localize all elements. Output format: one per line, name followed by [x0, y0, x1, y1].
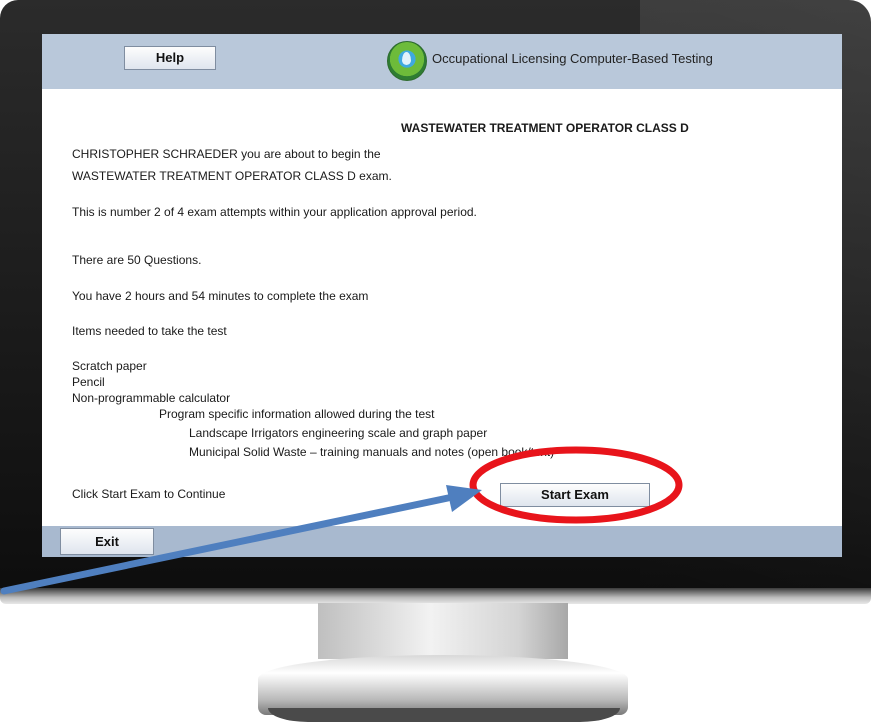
- program-info-heading: Program specific information allowed dur…: [159, 407, 435, 421]
- exam-title: WASTEWATER TREATMENT OPERATOR CLASS D: [401, 121, 689, 135]
- exam-screen: Help Occupational Licensing Computer-Bas…: [42, 34, 842, 557]
- attempt-info: This is number 2 of 4 exam attempts with…: [72, 205, 477, 219]
- program-info-landscape: Landscape Irrigators engineering scale a…: [189, 426, 488, 440]
- continue-instruction: Click Start Exam to Continue: [72, 487, 226, 501]
- monitor-stand-base: [258, 655, 628, 715]
- item-pencil: Pencil: [72, 375, 105, 389]
- monitor-stand-neck: [318, 603, 568, 659]
- start-exam-button[interactable]: Start Exam: [500, 483, 650, 507]
- monitor-bottom-edge: [0, 588, 871, 604]
- computer-monitor: Help Occupational Licensing Computer-Bas…: [0, 0, 871, 728]
- app-title: Occupational Licensing Computer-Based Te…: [432, 51, 713, 66]
- program-info-solid-waste: Municipal Solid Waste – training manuals…: [189, 445, 555, 459]
- footer-bar: [42, 526, 842, 557]
- item-scratch-paper: Scratch paper: [72, 359, 147, 373]
- item-calculator: Non-programmable calculator: [72, 391, 231, 405]
- intro-line-2: WASTEWATER TREATMENT OPERATOR CLASS D ex…: [72, 169, 392, 183]
- agency-seal-icon: [387, 41, 427, 81]
- questions-count: There are 50 Questions.: [72, 253, 202, 267]
- intro-line-1: CHRISTOPHER SCHRAEDER you are about to b…: [72, 147, 381, 161]
- help-button[interactable]: Help: [124, 46, 216, 70]
- water-drop-icon: [402, 52, 411, 65]
- time-allowed: You have 2 hours and 54 minutes to compl…: [72, 289, 369, 303]
- header-bar: Help Occupational Licensing Computer-Bas…: [42, 34, 842, 89]
- exit-button[interactable]: Exit: [60, 528, 154, 555]
- items-heading: Items needed to take the test: [72, 324, 227, 338]
- monitor-stand-shadow: [268, 708, 620, 722]
